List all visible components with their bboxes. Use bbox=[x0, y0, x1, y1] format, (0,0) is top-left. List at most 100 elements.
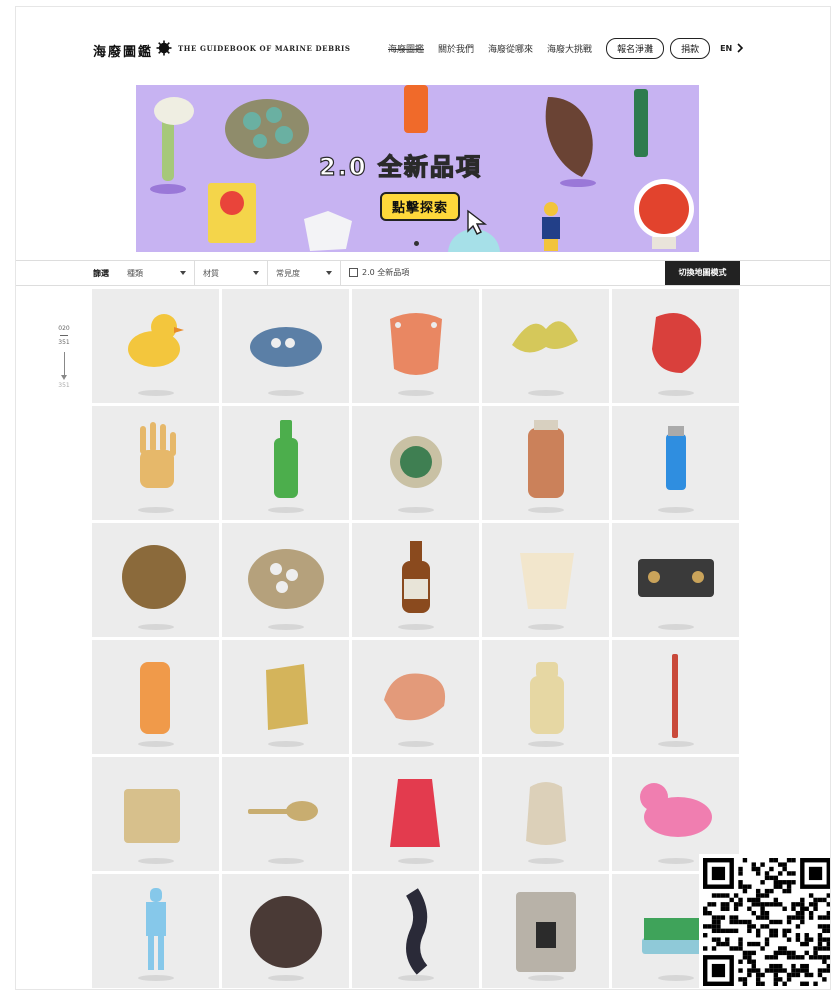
sauce-bottle-icon bbox=[398, 541, 434, 630]
debris-card[interactable] bbox=[92, 289, 219, 403]
counter-divider bbox=[60, 335, 68, 336]
debris-card[interactable] bbox=[92, 406, 219, 520]
counter-current: 020 bbox=[58, 325, 70, 332]
debris-card[interactable] bbox=[352, 874, 479, 988]
rubber-duck-icon bbox=[128, 314, 184, 396]
counter-total-bottom: 351 bbox=[58, 382, 70, 389]
debris-card[interactable] bbox=[612, 523, 739, 637]
debris-card[interactable] bbox=[92, 757, 219, 871]
counter-total: 351 bbox=[58, 339, 70, 346]
debris-card[interactable] bbox=[222, 874, 349, 988]
drink-bottle-icon bbox=[528, 662, 564, 747]
red-plastic-icon bbox=[652, 313, 702, 396]
banner-title: 2.0 全新品項 bbox=[318, 152, 482, 181]
site-logo-subtitle: THE GUIDEBOOK OF MARINE DEBRIS bbox=[178, 44, 351, 53]
barnacle-cluster-icon bbox=[248, 549, 324, 630]
worker-figure-icon bbox=[542, 202, 560, 251]
stick-icon bbox=[658, 654, 694, 747]
logo-mark-icon bbox=[156, 40, 172, 56]
nav-item-about[interactable]: 關於我們 bbox=[438, 42, 474, 55]
nav-item-origin[interactable]: 海廢從哪來 bbox=[488, 42, 533, 55]
debris-card[interactable] bbox=[352, 757, 479, 871]
caret-down-icon bbox=[253, 271, 259, 275]
debris-card[interactable] bbox=[222, 406, 349, 520]
orange-bottle-icon bbox=[404, 85, 428, 133]
new-items-label: 2.0 全新品項 bbox=[362, 268, 410, 277]
qr-code-icon bbox=[699, 854, 830, 989]
debris-card[interactable] bbox=[92, 874, 219, 988]
filter-bar: 篩選 種類 材質 常見度 2.0 全新品項 切換地圖模式 bbox=[16, 260, 830, 286]
stone-icon bbox=[225, 99, 309, 159]
debris-card[interactable] bbox=[352, 640, 479, 754]
caret-down-icon bbox=[180, 271, 186, 275]
tissue-icon bbox=[304, 211, 352, 251]
item-counter: 020 351 351 bbox=[54, 325, 74, 389]
toy-figure-icon bbox=[138, 662, 174, 747]
lighter-icon bbox=[658, 426, 694, 513]
signup-button[interactable]: 報名淨灘 bbox=[606, 37, 665, 59]
debris-card[interactable] bbox=[482, 289, 609, 403]
leaf-shell-icon bbox=[545, 97, 596, 187]
plastic-bag-icon bbox=[526, 782, 566, 864]
debris-card[interactable] bbox=[222, 757, 349, 871]
page: 海廢圖鑑 THE GUIDEBOOK OF MARINE DEBRIS 海廢圖鑑… bbox=[15, 6, 831, 990]
debris-card[interactable] bbox=[352, 523, 479, 637]
spoon-icon bbox=[248, 801, 318, 864]
debris-card[interactable] bbox=[222, 640, 349, 754]
banner-explore-button[interactable]: 點擊探索 bbox=[380, 192, 461, 221]
debris-card[interactable] bbox=[352, 406, 479, 520]
debris-card[interactable] bbox=[482, 874, 609, 988]
filter-material-select[interactable]: 材質 bbox=[195, 261, 268, 285]
main-nav: 海廢圖鑑 關於我們 海廢從哪來 海廢大挑戰 報名淨灘 捐款 EN bbox=[388, 37, 744, 59]
cursor-icon bbox=[467, 209, 488, 235]
new-items-checkbox[interactable] bbox=[349, 268, 358, 277]
filter-type-label: 種類 bbox=[127, 269, 143, 278]
green-tube-icon bbox=[634, 89, 648, 157]
snack-bag-icon bbox=[208, 183, 256, 243]
coconut-icon bbox=[122, 545, 186, 630]
nav-item-challenge[interactable]: 海廢大挑戰 bbox=[547, 42, 592, 55]
debris-card[interactable] bbox=[482, 406, 609, 520]
buoy-fragment-icon bbox=[390, 313, 442, 396]
box-icon bbox=[124, 789, 180, 864]
filter-frequency-label: 常見度 bbox=[276, 269, 300, 278]
tire-piece-icon bbox=[638, 559, 714, 630]
debris-card[interactable] bbox=[92, 640, 219, 754]
map-mode-button[interactable]: 切換地圖模式 bbox=[665, 261, 740, 285]
filter-material-label: 材質 bbox=[203, 269, 219, 278]
rope-icon bbox=[398, 888, 434, 981]
glove-icon bbox=[138, 422, 176, 513]
carousel-dot[interactable] bbox=[414, 241, 419, 246]
donate-button[interactable]: 捐款 bbox=[670, 37, 711, 59]
caret-down-icon bbox=[326, 271, 332, 275]
nav-item-guidebook[interactable]: 海廢圖鑑 bbox=[388, 42, 424, 55]
debris-card[interactable] bbox=[352, 289, 479, 403]
fruit-net-icon bbox=[390, 779, 440, 864]
shoe-icon bbox=[250, 327, 322, 396]
debris-card[interactable] bbox=[612, 289, 739, 403]
debris-card[interactable] bbox=[482, 523, 609, 637]
new-items-toggle[interactable]: 2.0 全新品項 bbox=[349, 267, 409, 278]
site-logo-title[interactable]: 海廢圖鑑 bbox=[93, 41, 153, 60]
filter-frequency-select[interactable]: 常見度 bbox=[268, 261, 341, 285]
language-switch[interactable]: EN bbox=[720, 43, 744, 53]
wrapper-icon bbox=[266, 664, 308, 747]
debris-card[interactable] bbox=[482, 640, 609, 754]
sponge-stick-icon bbox=[150, 97, 194, 194]
debris-card[interactable] bbox=[482, 757, 609, 871]
hero-banner[interactable]: 2.0 全新品項 點擊探索 bbox=[136, 85, 699, 252]
filter-type-select[interactable]: 種類 bbox=[119, 261, 195, 285]
debris-card[interactable] bbox=[222, 523, 349, 637]
debris-card[interactable] bbox=[612, 406, 739, 520]
cup-icon bbox=[520, 553, 574, 630]
printed-bag-icon bbox=[516, 892, 576, 981]
debris-card[interactable] bbox=[92, 523, 219, 637]
language-label: EN bbox=[720, 43, 733, 53]
foam-icon bbox=[384, 673, 446, 747]
filter-label: 篩選 bbox=[93, 269, 109, 278]
chevron-right-icon bbox=[737, 43, 744, 53]
float-ball-icon bbox=[250, 896, 322, 981]
jar-icon bbox=[528, 420, 564, 513]
debris-card[interactable] bbox=[612, 640, 739, 754]
debris-card[interactable] bbox=[222, 289, 349, 403]
